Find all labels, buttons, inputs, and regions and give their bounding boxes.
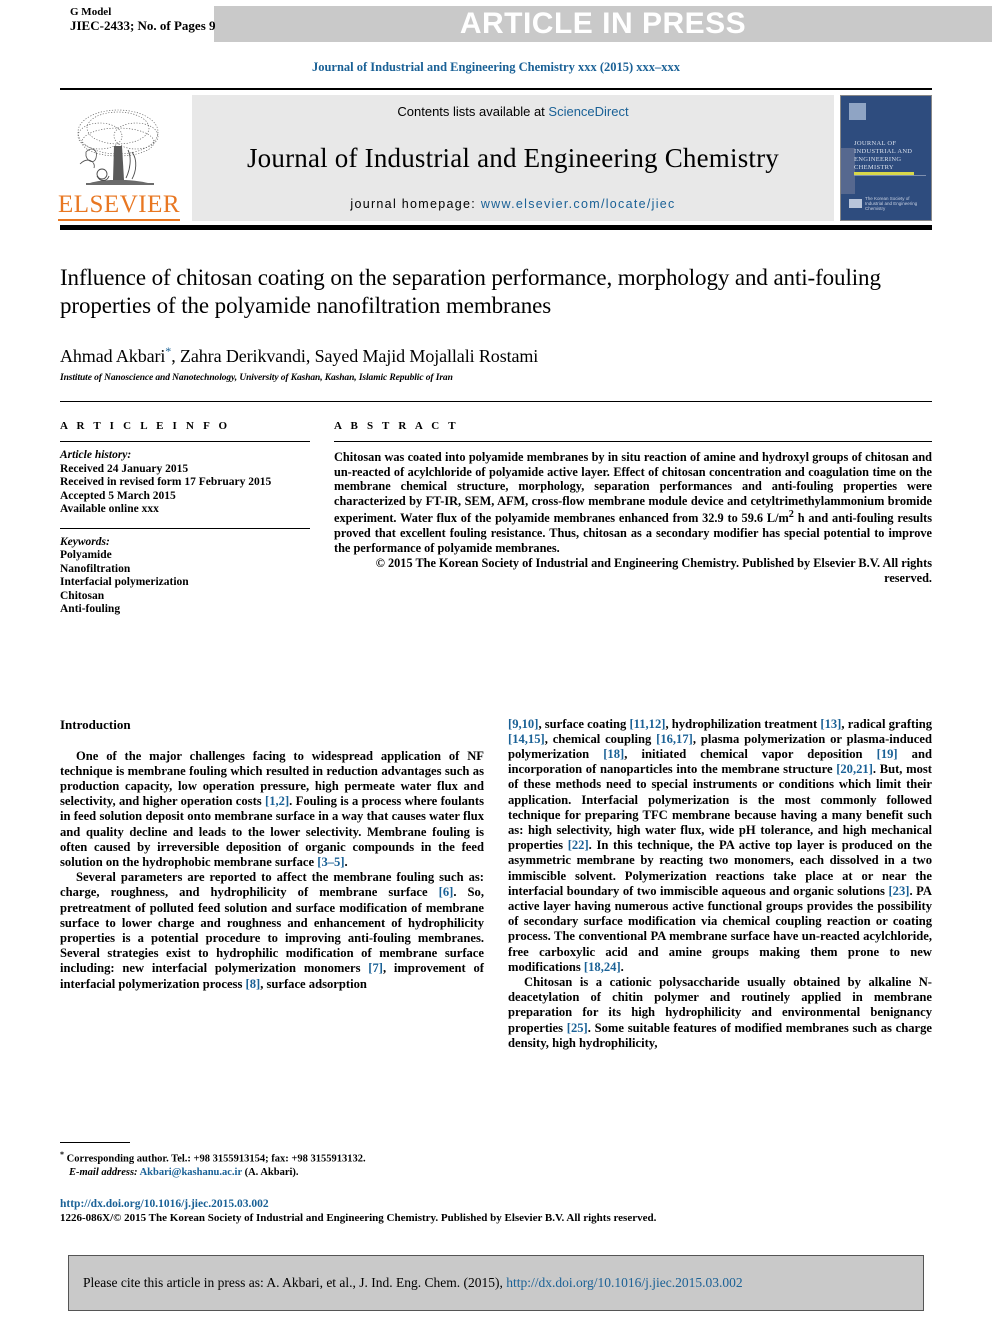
keywords-label: Keywords: (60, 535, 110, 548)
abstract-column: A B S T R A C T Chitosan was coated into… (334, 420, 932, 617)
journal-title: Journal of Industrial and Engineering Ch… (246, 142, 780, 173)
footnote-rule (60, 1142, 130, 1143)
keyword-item: Anti-fouling (60, 603, 121, 615)
body-columns: Introduction One of the major challenges… (60, 717, 932, 1051)
page-title: Influence of chitosan coating on the sep… (60, 265, 881, 318)
masthead-bottom-rule (60, 225, 932, 230)
keyword-item: Interfacial polymerization (60, 576, 189, 588)
masthead-top-rule (60, 88, 932, 90)
keyword-item: Nanofiltration (60, 562, 131, 575)
cover-society-text: The Korean Society of Industrial and Eng… (865, 196, 918, 211)
history-item: Received 24 January 2015 (60, 462, 189, 475)
keyword-item: Chitosan (60, 589, 105, 602)
article-history-label: Article history: (60, 449, 132, 461)
email-line: E-mail address: Akbari@kashanu.ac.ir (A.… (60, 1166, 494, 1179)
body-left-column: Introduction One of the major challenges… (60, 717, 484, 1051)
g-model-block: G Model JIEC-2433; No. of Pages 9 (70, 6, 216, 32)
history-item: Accepted 5 March 2015 (60, 489, 176, 502)
issn-copyright-line: 1226-086X/© 2015 The Korean Society of I… (60, 1212, 657, 1224)
corresponding-text: Corresponding author. Tel.: +98 31559131… (64, 1153, 366, 1165)
paragraph: Several parameters are reported to affec… (60, 870, 484, 991)
article-info-rule (60, 441, 310, 442)
cover-side-stripe (841, 148, 855, 194)
article-history: Article history: Received 24 January 201… (60, 449, 310, 517)
abstract-body: Chitosan was coated into polyamide membr… (334, 450, 932, 555)
section-heading-introduction: Introduction (60, 716, 131, 732)
elsevier-tree-icon (66, 106, 172, 192)
history-item: Available online xxx (60, 503, 159, 515)
keywords-rule (60, 527, 310, 529)
homepage-url-link[interactable]: www.elsevier.com/locate/jiec (481, 197, 676, 211)
doi-link[interactable]: http://dx.doi.org/10.1016/j.jiec.2015.03… (60, 1197, 940, 1211)
author-rest: , Zahra Derikvandi, Sayed Majid Mojallal… (171, 346, 539, 366)
email-label: E-mail address: (69, 1166, 138, 1178)
info-abstract-section: A R T I C L E I N F O Article history: R… (60, 420, 932, 617)
paragraph: One of the major challenges facing to wi… (60, 748, 485, 869)
article-page: ARTICLE IN PRESS G Model JIEC-2433; No. … (0, 0, 992, 1323)
title-block: Influence of chitosan coating on the sep… (60, 264, 932, 383)
cite-doi-link[interactable]: http://dx.doi.org/10.1016/j.jiec.2015.03… (506, 1275, 742, 1290)
keyword-item: Polyamide (60, 549, 112, 561)
corresponding-line: * Corresponding author. Tel.: +98 315591… (60, 1148, 494, 1166)
article-in-press-label: ARTICLE IN PRESS (459, 7, 747, 40)
sciencedirect-link[interactable]: ScienceDirect (548, 104, 628, 119)
contents-box: Contents lists available at ScienceDirec… (192, 95, 834, 221)
affiliation: Institute of Nanoscience and Nanotechnol… (60, 373, 453, 383)
footnote-block: * Corresponding author. Tel.: +98 315591… (60, 1142, 494, 1179)
author-list: Ahmad Akbari*, Zahra Derikvandi, Sayed M… (60, 344, 932, 367)
abstract-heading: A B S T R A C T (334, 420, 459, 432)
cover-footer-logo-icon (849, 199, 862, 208)
history-item: Received in revised form 17 February 201… (60, 476, 272, 488)
elsevier-logo: ELSEVIER (57, 95, 181, 221)
keywords-block: Keywords: Polyamide Nanofiltration Inter… (60, 536, 310, 617)
cover-divider (854, 175, 926, 176)
author-primary: Ahmad Akbari (60, 346, 166, 366)
email-suffix: (A. Akbari). (241, 1166, 299, 1178)
article-id: JIEC-2433; No. of Pages 9 (70, 18, 216, 33)
cite-this-article-box: Please cite this article in press as: A.… (68, 1255, 924, 1311)
journal-cover-thumbnail: JOURNAL OF INDUSTRIAL AND ENGINEERING CH… (840, 95, 932, 221)
journal-reference-line: Journal of Industrial and Engineering Ch… (311, 60, 681, 74)
contents-lists-line: Contents lists available at ScienceDirec… (397, 104, 628, 119)
article-info-heading: A R T I C L E I N F O (60, 420, 231, 432)
paragraph: Chitosan is a cationic polysaccharide us… (508, 974, 932, 1050)
cover-footer: The Korean Society of Industrial and Eng… (849, 196, 925, 211)
abstract-copyright: © 2015 The Korean Society of Industrial … (375, 556, 932, 585)
masthead: ELSEVIER Contents lists available at Sci… (57, 95, 932, 221)
cover-title-text: JOURNAL OF INDUSTRIAL AND ENGINEERING CH… (854, 140, 913, 171)
paragraph: [9,10], surface coating [11,12], hydroph… (508, 716, 933, 974)
title-bottom-rule (60, 401, 932, 402)
homepage-label: journal homepage: (350, 197, 481, 211)
email-link[interactable]: Akbari@kashanu.ac.ir (140, 1167, 242, 1178)
cite-text: Please cite this article in press as: A.… (83, 1275, 743, 1291)
article-info-column: A R T I C L E I N F O Article history: R… (60, 420, 310, 617)
cover-society-badge-icon (849, 103, 866, 120)
body-right-column: [9,10], surface coating [11,12], hydroph… (508, 717, 932, 1051)
journal-homepage-line: journal homepage: www.elsevier.com/locat… (350, 197, 675, 211)
contents-prefix: Contents lists available at (397, 104, 549, 119)
abstract-rule (334, 441, 932, 442)
bottom-meta: http://dx.doi.org/10.1016/j.jiec.2015.03… (60, 1197, 940, 1225)
corresponding-author-note: * Corresponding author. Tel.: +98 315591… (60, 1148, 494, 1179)
article-in-press-band: ARTICLE IN PRESS G Model JIEC-2433; No. … (0, 0, 992, 42)
cite-prefix: Please cite this article in press as: A.… (83, 1275, 507, 1290)
elsevier-wordmark: ELSEVIER (57, 192, 181, 221)
